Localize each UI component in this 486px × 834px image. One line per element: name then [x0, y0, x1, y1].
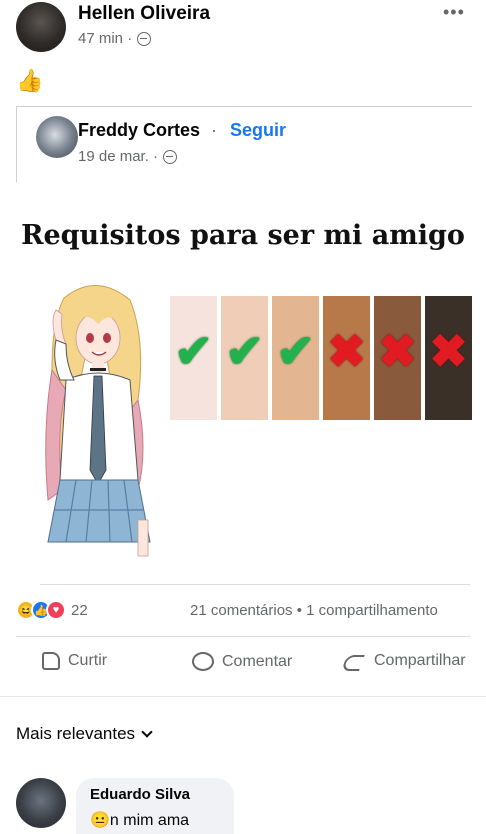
shared-post-meta: 19 de mar. ·: [78, 148, 178, 165]
swatch-4: ✖: [323, 296, 370, 420]
swatch-3-mark: ✔: [276, 325, 315, 377]
comment-sort-label: Mais relevantes: [16, 724, 136, 743]
swatch-1-mark: ✔: [174, 325, 213, 377]
comment-sort-dropdown[interactable]: Mais relevantes: [16, 724, 153, 744]
follow-button[interactable]: Seguir: [230, 120, 286, 141]
like-label: Curtir: [68, 652, 108, 669]
chevron-down-icon: [141, 726, 153, 738]
comment-label: Comentar: [222, 652, 293, 670]
thumbs-up-icon: [42, 652, 60, 670]
post-author-avatar[interactable]: [16, 2, 66, 52]
swatch-6-mark: ✖: [429, 325, 468, 377]
post-time[interactable]: 47 min ·: [78, 30, 132, 47]
share-button[interactable]: Compartilhar: [342, 652, 466, 670]
post-author-name[interactable]: Hellen Oliveira: [78, 3, 210, 25]
comment-bubble-icon: [192, 652, 214, 671]
more-options-icon[interactable]: •••: [443, 2, 465, 23]
globe-icon: [163, 149, 178, 164]
share-arrow-icon: [342, 652, 366, 670]
comment-text: 😐n mim ama: [90, 812, 190, 829]
reactions-summary[interactable]: 😆 👍 ♥ 22: [16, 600, 88, 620]
divider: [40, 584, 470, 585]
swatch-5: ✖: [374, 296, 421, 420]
shared-post-card: [16, 106, 472, 182]
swatch-4-mark: ✖: [327, 325, 366, 377]
swatch-3: ✔: [272, 296, 319, 420]
shared-post-date[interactable]: 19 de mar. ·: [78, 148, 158, 165]
swatch-6: ✖: [425, 296, 472, 420]
swatch-1: ✔: [170, 296, 217, 420]
anime-girl-illustration: [45, 285, 151, 557]
meme-title: Requisitos para ser mi amigo: [21, 220, 465, 251]
love-reaction-icon: ♥: [46, 600, 66, 620]
comment-button[interactable]: Comentar: [192, 652, 292, 671]
divider: [0, 696, 486, 697]
swatch-2: ✔: [221, 296, 268, 420]
swatch-2-mark: ✔: [225, 325, 264, 377]
like-button[interactable]: Curtir: [42, 652, 107, 670]
reactions-count: 22: [71, 601, 88, 619]
skin-tone-swatches: ✔ ✔ ✔ ✖ ✖ ✖: [170, 296, 472, 420]
share-label: Compartilhar: [374, 652, 466, 669]
commenter-avatar[interactable]: [16, 778, 66, 828]
separator-dot: ·: [211, 120, 217, 140]
comments-shares-count[interactable]: 21 comentários • 1 compartilhamento: [190, 602, 438, 619]
divider: [16, 636, 470, 637]
shared-author-name[interactable]: Freddy Cortes: [78, 120, 200, 141]
meme-image[interactable]: ✔ ✔ ✔ ✖ ✖ ✖: [16, 280, 472, 580]
commenter-name[interactable]: Eduardo Silva: [90, 786, 190, 803]
post-meta: 47 min ·: [78, 30, 152, 47]
globe-icon: [137, 31, 152, 46]
shared-author-avatar[interactable]: [36, 116, 78, 158]
post-text-emoji: 👍: [16, 68, 44, 93]
swatch-5-mark: ✖: [378, 325, 417, 377]
